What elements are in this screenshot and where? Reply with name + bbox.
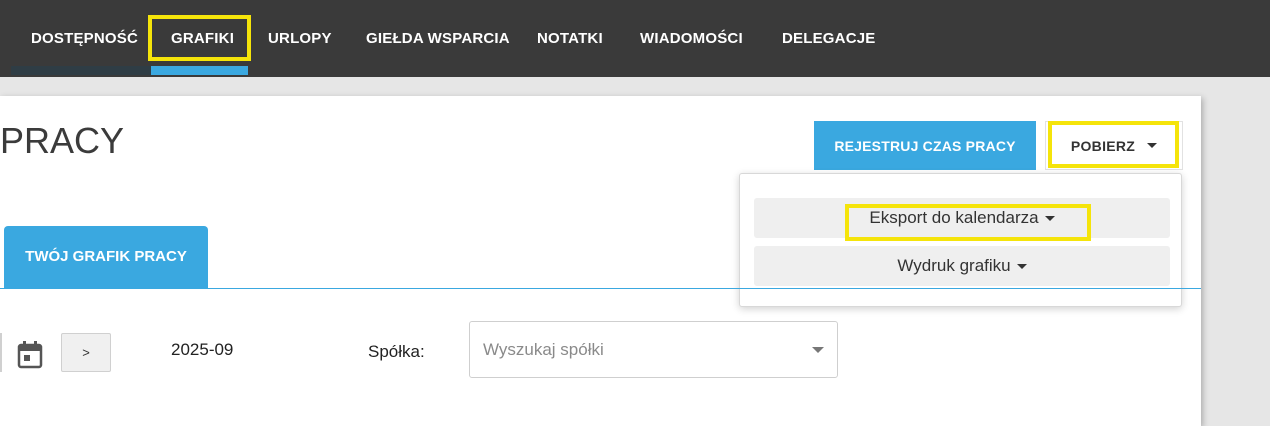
caret-down-icon — [1044, 216, 1055, 222]
nav-item-urlopy[interactable]: URLOPY — [268, 0, 332, 77]
download-dropdown-menu: Eksport do kalendarza Wydruk grafiku — [739, 173, 1182, 307]
prev-button-edge[interactable] — [0, 333, 2, 372]
calendar-icon[interactable] — [17, 340, 43, 370]
register-work-time-button[interactable]: REJESTRUJ CZAS PRACY — [814, 121, 1036, 170]
period-value: 2025-09 — [171, 340, 234, 359]
company-search-select[interactable]: Wyszukaj spółki — [469, 321, 838, 378]
nav-active-underline — [151, 66, 248, 75]
menu-item-export-calendar[interactable]: Eksport do kalendarza — [754, 198, 1170, 238]
download-button-label: POBIERZ — [1070, 137, 1136, 154]
menu-item-label: Eksport do kalendarza — [869, 208, 1039, 227]
nav-hover-underline — [11, 66, 151, 75]
nav-item-gielda-wsparcia[interactable]: GIEŁDA WSPARCIA — [366, 0, 510, 77]
page-title: PRACY — [0, 120, 125, 161]
nav-item-delegacje[interactable]: DELEGACJE — [782, 0, 876, 77]
company-search-placeholder: Wyszukaj spółki — [483, 340, 604, 359]
tab-your-schedule[interactable]: TWÓJ GRAFIK PRACY — [4, 226, 208, 288]
nav-item-wiadomosci[interactable]: WIADOMOŚCI — [640, 0, 743, 77]
company-label: Spółka: — [368, 342, 425, 361]
menu-item-print-schedule[interactable]: Wydruk grafiku — [754, 246, 1170, 286]
tab-divider — [0, 288, 1201, 289]
caret-down-icon — [1016, 264, 1027, 270]
menu-item-label: Wydruk grafiku — [897, 256, 1011, 275]
next-period-button[interactable]: > — [61, 333, 111, 372]
caret-down-icon — [1147, 143, 1158, 148]
nav-item-notatki[interactable]: NOTATKI — [537, 0, 603, 77]
chevron-down-icon[interactable] — [812, 347, 824, 353]
top-navigation-bar: DOSTĘPNOŚĆ GRAFIKI URLOPY GIEŁDA WSPARCI… — [0, 0, 1270, 77]
download-button[interactable]: POBIERZ — [1045, 121, 1183, 170]
